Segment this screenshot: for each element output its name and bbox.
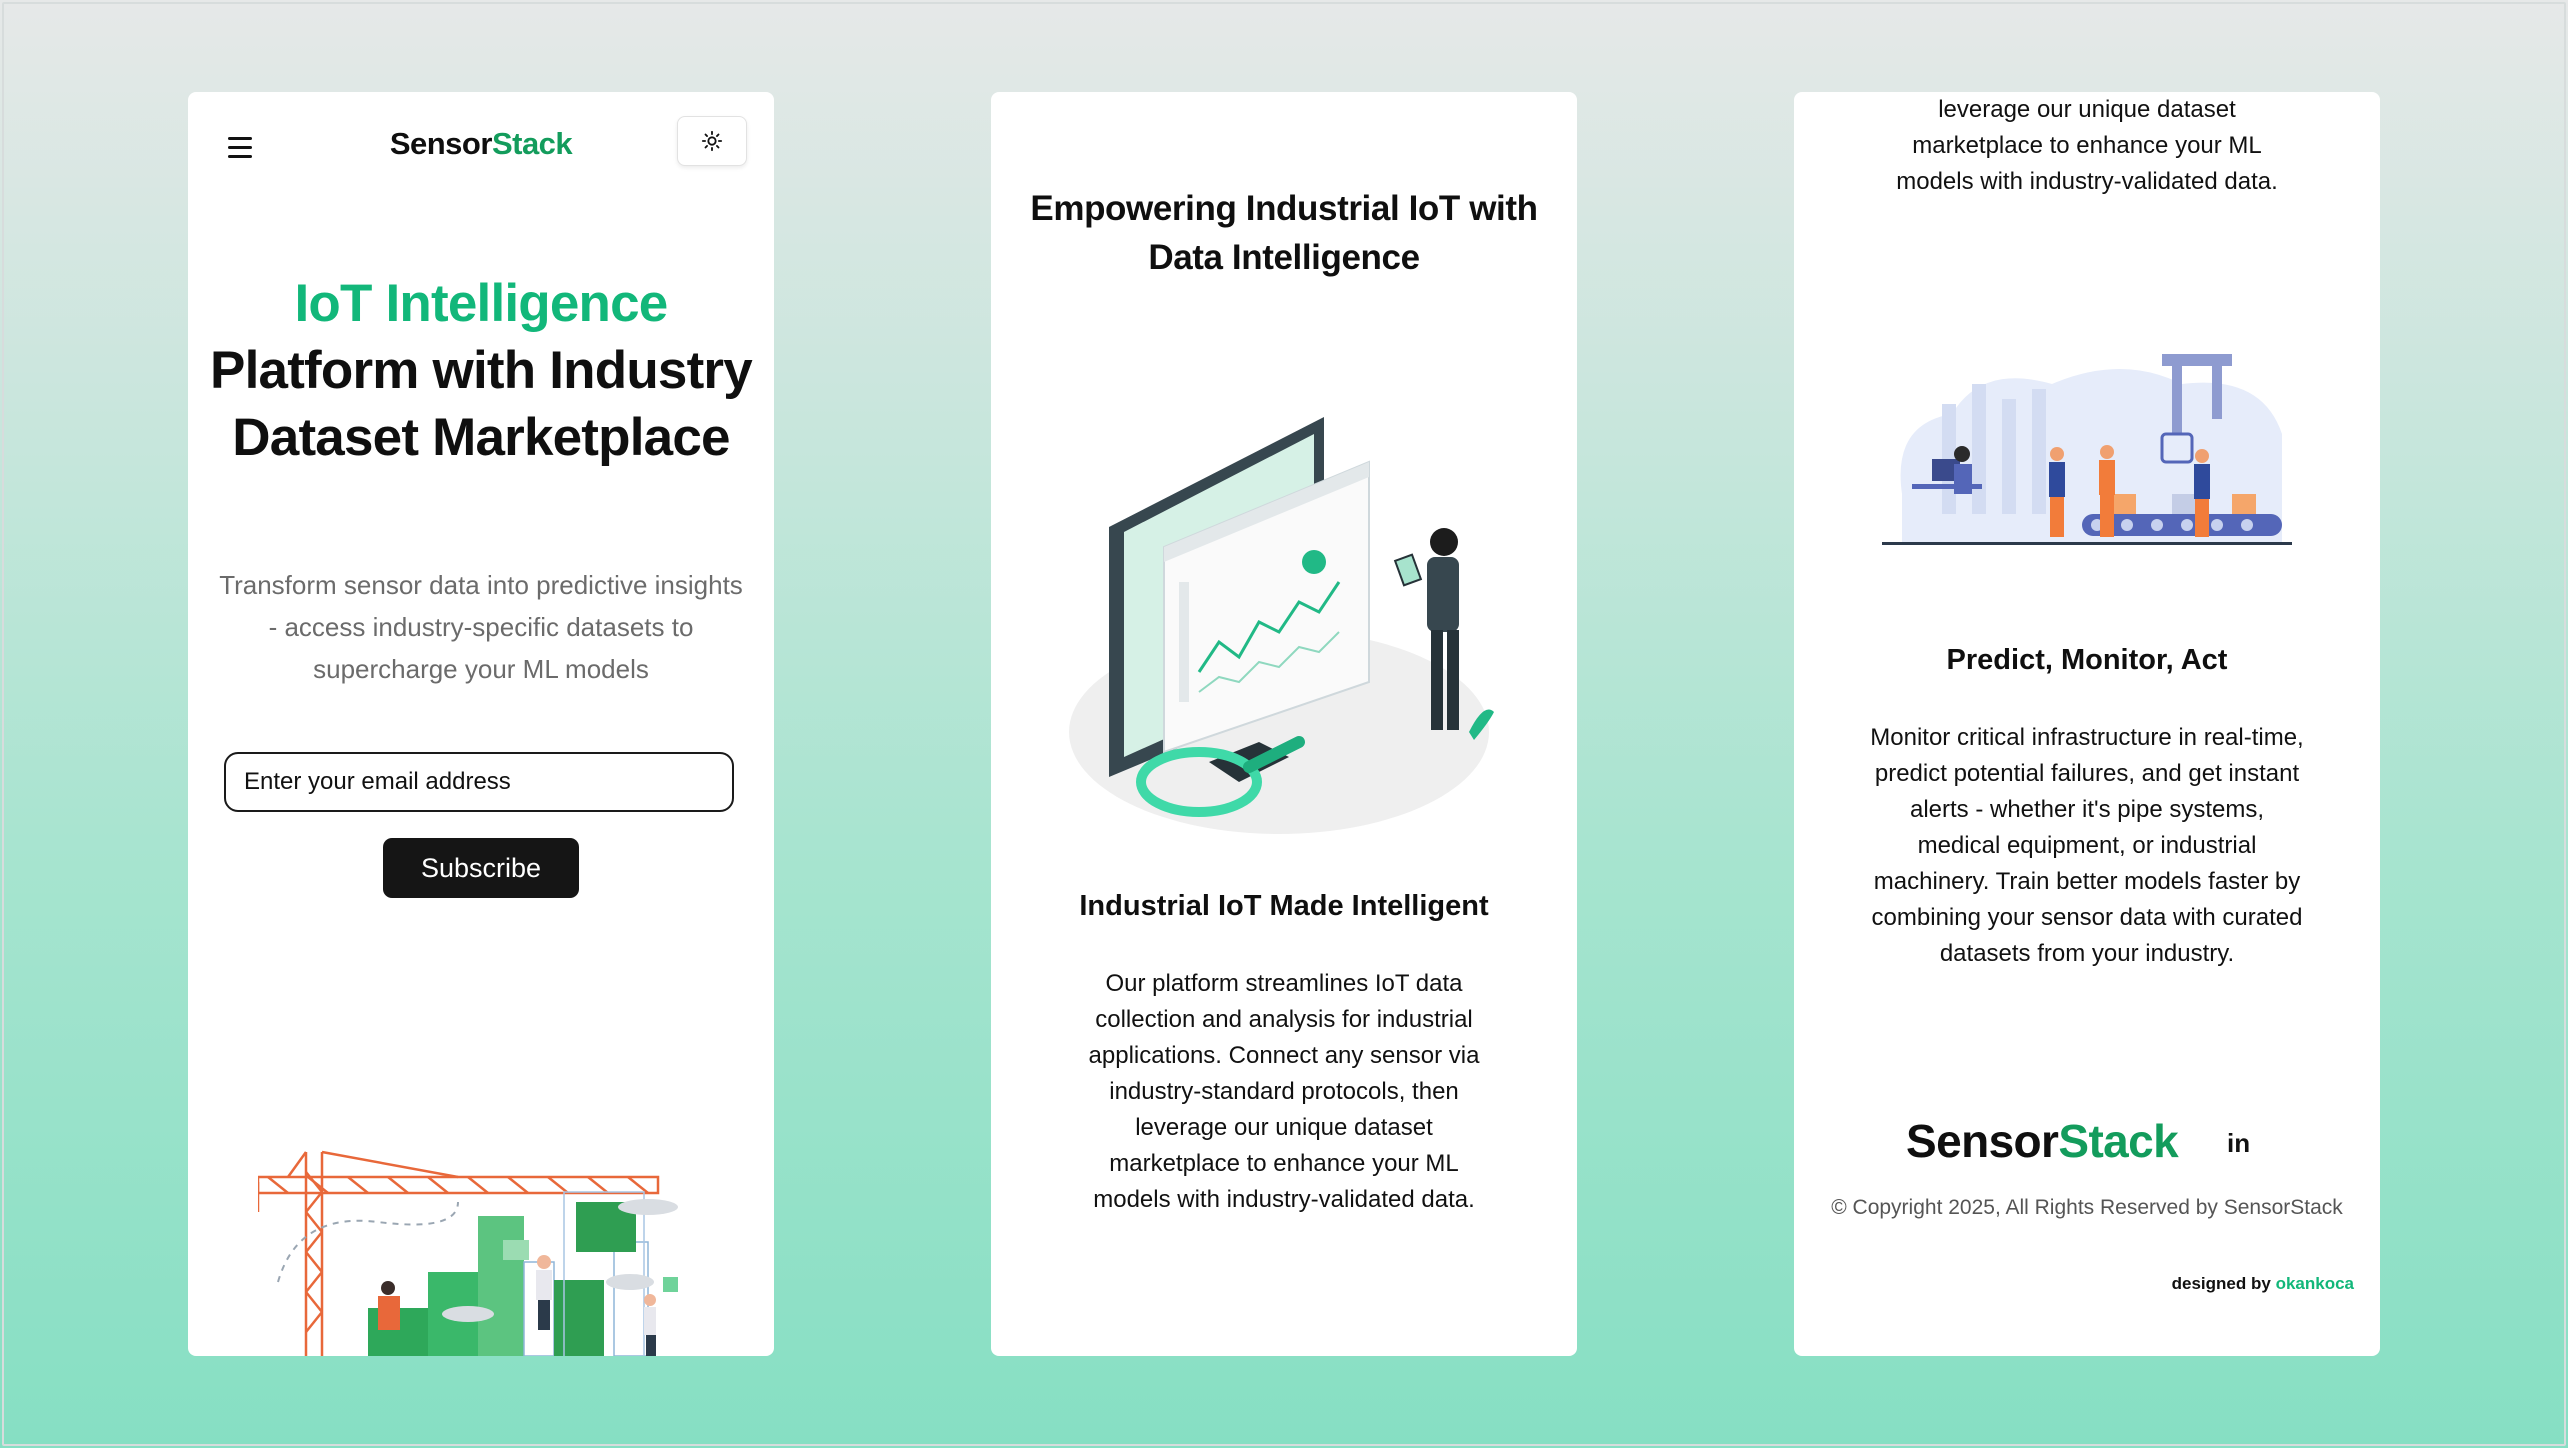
section-body-industrial-iot: Our platform streamlines IoT data collec…: [1088, 970, 1480, 1213]
factory-workers-illustration: [1882, 354, 2292, 545]
hero-title: IoT Intelligence Platform with Industry …: [208, 270, 754, 471]
dashboard-analytics-illustration: [1069, 417, 1494, 834]
section-body-predict: Monitor critical infrastructure in real-…: [1870, 724, 2304, 967]
hero-title-highlight: IoT Intelligence: [294, 274, 669, 333]
section-title-predict: Predict, Monitor, Act: [1946, 644, 2228, 676]
hero-title-rest: Platform with Industry Dataset Marketpla…: [210, 341, 753, 467]
mobile-screen-hero: SensorStack IoT Intelligence Platform wi…: [188, 92, 774, 1356]
sun-icon: [701, 130, 723, 152]
footer-logo[interactable]: SensorStack: [1906, 1114, 2179, 1168]
mobile-screen-features: Empowering Industrial IoT with Data Inte…: [991, 92, 1577, 1356]
copyright-text: © Copyright 2025, All Rights Reserved by…: [1831, 1196, 2343, 1219]
mobile-screen-predict: leverage our unique dataset marketplace …: [1794, 92, 2380, 1356]
email-input[interactable]: [224, 752, 734, 812]
theme-toggle-button[interactable]: [677, 116, 747, 166]
hero-subtitle: Transform sensor data into predictive in…: [219, 570, 743, 684]
construction-illustration: [258, 1150, 678, 1356]
designer-link[interactable]: okankoca: [2276, 1274, 2354, 1293]
designer-credit: designed by okankoca: [2171, 1274, 2354, 1293]
continued-body-text: leverage our unique dataset marketplace …: [1896, 96, 2278, 195]
section-title-industrial-iot: Industrial IoT Made Intelligent: [1079, 890, 1489, 922]
linkedin-icon[interactable]: in: [2227, 1128, 2250, 1159]
section-heading: Empowering Industrial IoT with Data Inte…: [1030, 189, 1538, 277]
subscribe-button[interactable]: Subscribe: [383, 838, 579, 898]
